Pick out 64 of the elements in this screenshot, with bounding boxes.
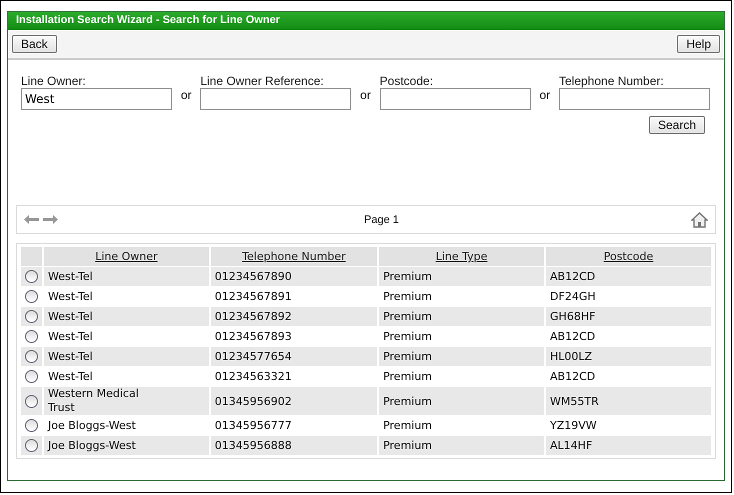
- window-title: Installation Search Wizard - Search for Line Owner: [8, 12, 724, 30]
- table-cell: 01345956902: [214, 394, 292, 408]
- table-cell: 01345956888: [214, 439, 292, 452]
- table-cell: 01234563321: [214, 370, 292, 383]
- table-cell: Premium: [383, 370, 432, 383]
- field-label: Line Owner:: [21, 74, 87, 88]
- back-button[interactable]: Back: [12, 35, 57, 53]
- table-cell: Premium: [383, 439, 432, 452]
- table-cell: AB12CD: [550, 330, 596, 343]
- table-cell: 01234567891: [214, 290, 292, 303]
- search-button[interactable]: Search: [648, 116, 705, 134]
- input-field[interactable]: [380, 88, 531, 110]
- back-arrow-icon[interactable]: [24, 215, 39, 224]
- table-cell: Premium: [383, 394, 432, 408]
- table-cell: West-Tel: [48, 290, 93, 304]
- input-field[interactable]: [558, 88, 710, 110]
- table-cell: Premium: [383, 270, 432, 283]
- table-cell: WM55TR: [550, 394, 599, 408]
- table-cell: YZ19VW: [550, 419, 597, 432]
- radio-button[interactable]: [25, 310, 38, 323]
- table-cell: Premium: [383, 330, 432, 343]
- input-field[interactable]: [200, 88, 352, 110]
- radio-button[interactable]: [25, 394, 38, 408]
- help-button[interactable]: Help: [677, 35, 720, 53]
- forward-arrow-icon[interactable]: [43, 215, 58, 224]
- or-label: or: [538, 88, 552, 102]
- table-cell: 01234567892: [214, 310, 292, 323]
- table-cell: GH68HF: [550, 310, 596, 323]
- home-icon[interactable]: [691, 212, 708, 228]
- page-label: Page 1: [364, 214, 399, 226]
- table-cell: West-Tel: [48, 270, 93, 284]
- table-cell: Premium: [383, 290, 432, 303]
- or-label: or: [359, 88, 372, 102]
- table-cell: Premium: [383, 310, 432, 323]
- table-cell: AB12CD: [550, 270, 596, 283]
- table-cell: West-Tel: [48, 310, 93, 324]
- table-cell: West-Tel: [48, 370, 93, 384]
- radio-button[interactable]: [25, 270, 38, 283]
- field-label: Telephone Number:: [558, 74, 665, 88]
- table-cell: 01345956777: [214, 419, 292, 432]
- table-cell: HL00LZ: [550, 350, 592, 363]
- or-label: or: [180, 88, 192, 102]
- field-label: Line Owner Reference:: [200, 74, 325, 88]
- table-cell: West-Tel: [48, 330, 93, 344]
- radio-button[interactable]: [25, 290, 38, 303]
- table-cell: 01234577654: [214, 350, 292, 363]
- radio-button[interactable]: [25, 330, 38, 343]
- radio-button[interactable]: [25, 439, 38, 452]
- table-cell: AL14HF: [550, 439, 592, 452]
- table-cell: Premium: [383, 350, 432, 363]
- table-cell: Joe Bloggs-West: [48, 418, 136, 432]
- radio-button[interactable]: [25, 419, 38, 432]
- radio-button[interactable]: [25, 350, 38, 363]
- table-cell: Joe Bloggs-West: [48, 438, 136, 452]
- table-cell: West-Tel: [48, 350, 93, 364]
- table-cell: 01234567893: [214, 330, 292, 343]
- table-cell: 01234567890: [214, 270, 292, 283]
- radio-button[interactable]: [25, 370, 38, 383]
- table-cell: DF24GH: [550, 290, 596, 303]
- table-cell-text: Western Medical Trust: [48, 387, 140, 415]
- input-field[interactable]: West: [21, 88, 172, 110]
- field-label: Postcode:: [380, 74, 434, 88]
- table-cell: AB12CD: [550, 370, 596, 383]
- table-cell: Premium: [383, 419, 432, 432]
